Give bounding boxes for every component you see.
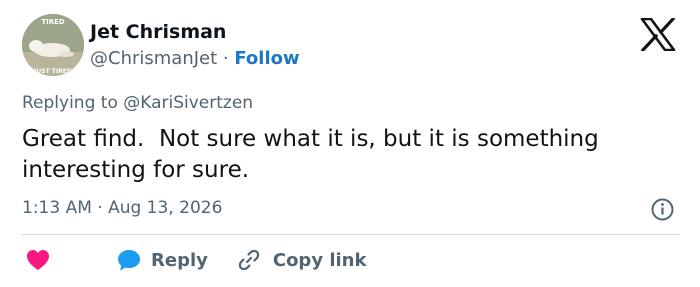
handle-separator: · bbox=[217, 48, 235, 69]
reply-mention-link[interactable]: @KariSivertzen bbox=[123, 93, 253, 113]
tweet-text: Great find. Not sure what it is, but it … bbox=[22, 126, 607, 183]
copy-link-label: Copy link bbox=[272, 249, 367, 271]
link-icon bbox=[238, 249, 260, 271]
reply-bubble-icon bbox=[118, 250, 140, 271]
heart-icon bbox=[27, 250, 49, 270]
replying-to-line: Replying to @KariSivertzen bbox=[22, 93, 253, 113]
author-name[interactable]: Jet Chrisman bbox=[90, 21, 226, 43]
reply-label: Reply bbox=[151, 249, 208, 271]
divider bbox=[22, 234, 679, 235]
avatar-caption-top: TIRED bbox=[41, 18, 65, 26]
x-logo-icon[interactable] bbox=[640, 18, 676, 51]
author-handle-line: @ChrismanJet · Follow bbox=[90, 48, 300, 69]
like-button[interactable] bbox=[22, 249, 50, 271]
avatar[interactable]: TIRED JUST TIRED bbox=[22, 14, 84, 76]
tweet-timestamp[interactable]: 1:13 AM · Aug 13, 2026 bbox=[22, 198, 222, 218]
copy-link-button[interactable]: Copy link bbox=[208, 248, 367, 272]
replying-to-label: Replying to bbox=[22, 93, 124, 113]
author-handle[interactable]: @ChrismanJet bbox=[90, 48, 217, 69]
reply-button[interactable]: Reply bbox=[50, 249, 208, 271]
avatar-image: TIRED JUST TIRED bbox=[22, 14, 84, 76]
info-icon[interactable] bbox=[651, 198, 674, 221]
follow-button[interactable]: Follow bbox=[234, 48, 299, 69]
action-bar: Reply Copy link bbox=[22, 246, 366, 274]
avatar-caption-bottom: JUST TIRED bbox=[33, 68, 72, 75]
